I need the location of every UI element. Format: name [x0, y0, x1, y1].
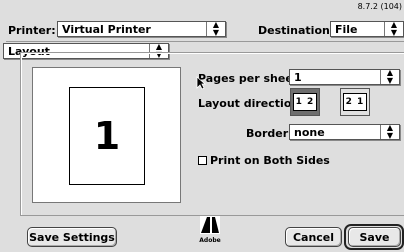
destination-popup[interactable]: File ▲ ▼: [330, 21, 404, 37]
border-popup[interactable]: none ▲ ▼: [289, 124, 400, 140]
adobe-logo: Adobe: [197, 216, 223, 246]
destination-label: Destination:: [258, 24, 335, 37]
version-text: 8.7.2 (104): [357, 2, 402, 11]
pages-per-sheet-label: Pages per sheet:: [198, 72, 303, 85]
direction-21-icon: 2 1: [343, 93, 367, 111]
pages-per-sheet-popup[interactable]: 1 ▲ ▼: [289, 69, 400, 85]
border-value: none: [294, 125, 325, 139]
save-settings-button[interactable]: Save Settings: [27, 227, 117, 247]
popup-arrows-icon: ▲ ▼: [380, 69, 399, 85]
adobe-logo-icon: [200, 216, 220, 234]
popup-arrows-icon: ▲ ▼: [380, 124, 399, 140]
popup-arrows-icon: ▲ ▼: [206, 21, 225, 37]
popup-arrows-icon: ▲ ▼: [384, 21, 403, 37]
pages-per-sheet-value: 1: [294, 70, 302, 84]
layout-direction-right-to-left[interactable]: 2 1: [340, 88, 370, 116]
direction-12-icon: 1 2: [293, 93, 317, 111]
save-button[interactable]: Save: [348, 227, 401, 247]
border-label: Border:: [246, 127, 293, 140]
cursor-arrow-icon: [196, 76, 207, 90]
print-dialog: 8.7.2 (104) Printer: Virtual Printer ▲ ▼ …: [0, 0, 404, 252]
preview-page: 1: [69, 87, 145, 185]
printer-label: Printer:: [8, 24, 56, 37]
printer-value: Virtual Printer: [62, 22, 151, 36]
print-both-sides-label[interactable]: Print on Both Sides: [210, 154, 330, 167]
adobe-logo-text: Adobe: [199, 237, 221, 244]
printer-popup[interactable]: Virtual Printer ▲ ▼: [57, 21, 226, 37]
layout-preview: 1: [32, 67, 181, 203]
separator: [6, 41, 404, 42]
print-both-sides-checkbox[interactable]: [198, 156, 207, 165]
cancel-button[interactable]: Cancel: [285, 227, 342, 247]
layout-direction-label: Layout direction:: [198, 97, 304, 110]
preview-page-number: 1: [93, 114, 121, 158]
layout-direction-left-to-right[interactable]: 1 2: [290, 88, 320, 116]
destination-value: File: [335, 22, 358, 36]
